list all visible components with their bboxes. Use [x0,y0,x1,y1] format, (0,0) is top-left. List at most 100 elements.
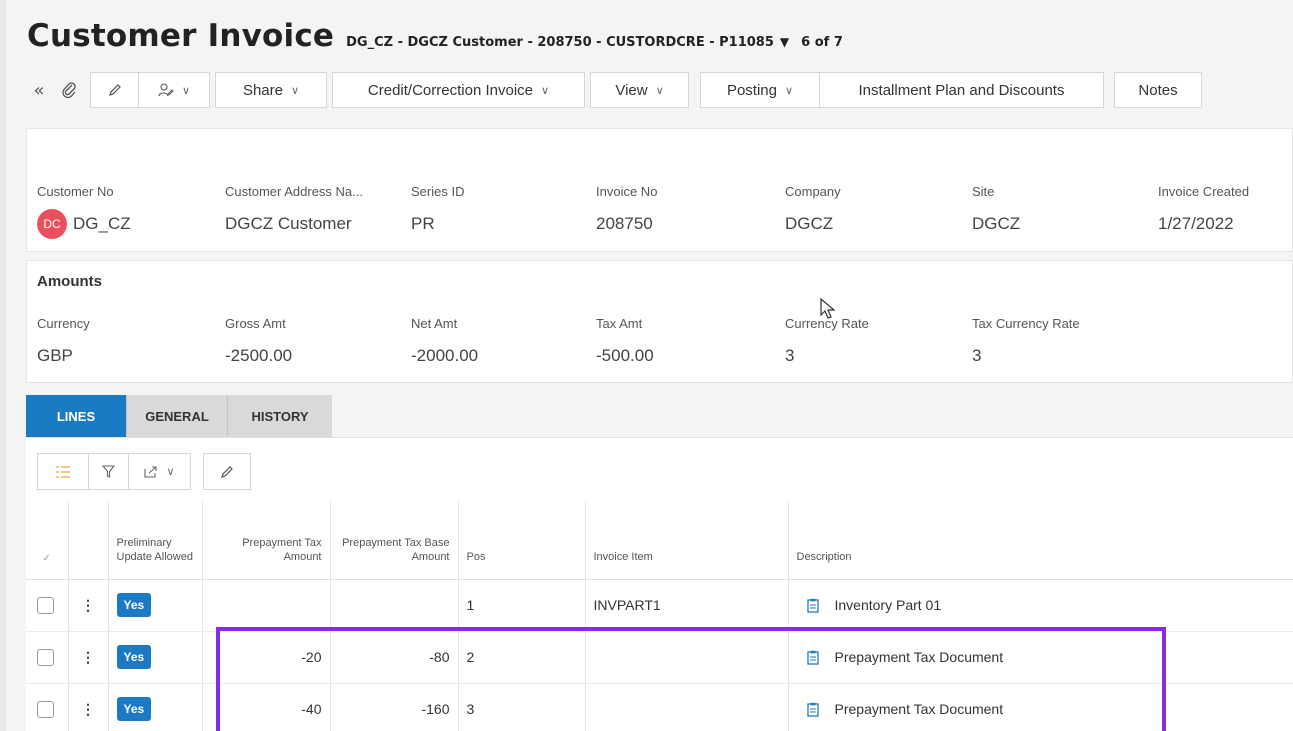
site-label: Site [972,184,995,199]
prepayment-tax-base-amount-header[interactable]: Prepayment Tax Base Amount [329,501,458,580]
lines-panel: ∨ ✓ Preliminary Update Allowed Prepaymen… [26,437,1293,731]
prepayment-tax-amount-cell [201,579,330,632]
invoice-item-cell [584,631,788,684]
currency-rate-value: 3 [785,346,795,365]
document-icon[interactable] [806,598,819,614]
preliminary-update-header[interactable]: Preliminary Update Allowed [107,501,202,580]
row-checkbox[interactable] [37,700,54,718]
gross-amt-label: Gross Amt [225,316,286,331]
net-amt-value: -2000.00 [411,346,479,365]
grid-toolbar: ∨ [37,453,251,490]
description-header[interactable]: Description [787,501,1293,580]
invoice-summary-card: Customer No DC DG_CZ Customer Address Na… [26,128,1293,252]
invoice-lines-table: ✓ Preliminary Update Allowed Prepayment … [26,501,1293,731]
collapse-icon[interactable]: « [24,72,54,108]
chevron-down-icon: ∨ [166,465,175,478]
invoice-item-cell: INVPART1 [584,579,788,632]
view-button[interactable]: View ∨ [590,72,689,108]
row-checkbox[interactable] [37,596,54,614]
tab-history[interactable]: HISTORY [227,395,332,437]
installment-plan-button[interactable]: Installment Plan and Discounts [820,72,1104,108]
tax-amt-value: -500.00 [596,346,654,365]
pos-header[interactable]: Pos [457,501,585,580]
filter-icon [102,465,115,478]
record-label: DG_CZ - DGCZ Customer - 208750 - CUSTORD… [346,35,774,50]
mouse-cursor-icon [820,298,836,319]
row-menu-icon[interactable]: ⋮ [67,631,108,684]
pos-cell: 2 [457,631,585,684]
document-icon[interactable] [806,702,819,718]
prepayment-tax-base-amount-cell [329,579,458,632]
tax-currency-rate-value: 3 [972,346,982,365]
grid-edit-button[interactable] [203,453,251,490]
preliminary-cell: Yes [107,579,202,632]
notes-label: Notes [1138,81,1178,99]
status-badge: Yes [116,645,152,669]
edit-button[interactable] [90,72,138,108]
grid-action-group: ∨ [37,453,191,490]
net-amt-label: Net Amt [411,316,458,331]
user-edit-icon [158,83,174,97]
row-menu-icon[interactable]: ⋮ [67,683,108,731]
avatar: DC [37,209,67,239]
description-cell: Prepayment Tax Document [787,683,1293,731]
description-text: Inventory Part 01 [834,596,942,613]
prepayment-tax-base-amount-cell: -160 [329,683,458,731]
record-position: 6 of 7 [801,35,843,50]
site-value: DGCZ [972,214,1021,233]
credit-correction-label: Credit/Correction Invoice [367,81,533,99]
status-badge: Yes [116,697,152,721]
pencil-icon [108,84,121,96]
notes-button[interactable]: Notes [1114,72,1202,108]
prepayment-tax-base-amount-cell: -80 [329,631,458,684]
tab-lines[interactable]: LINES [26,395,126,437]
row-checkbox-cell [26,579,68,632]
tab-general[interactable]: GENERAL [126,395,227,437]
credit-correction-button[interactable]: Credit/Correction Invoice ∨ [332,72,585,108]
invoice-created-label: Invoice Created [1158,184,1250,199]
invoice-no-value: 208750 [596,214,653,233]
description-text: Prepayment Tax Document [834,648,1004,665]
export-button[interactable]: ∨ [128,454,190,489]
customer-address-label: Customer Address Na... [225,184,363,199]
table-row[interactable]: ⋮ Yes 1 INVPART1 Inventory Part 01 [26,579,1293,632]
tax-currency-rate-label: Tax Currency Rate [972,316,1080,331]
list-view-button[interactable] [38,454,88,489]
record-dropdown-icon[interactable]: ▼ [780,35,789,49]
prepayment-tax-amount-cell: -20 [201,631,330,684]
amounts-title: Amounts [37,273,102,290]
record-selector[interactable]: DG_CZ - DGCZ Customer - 208750 - CUSTORD… [346,35,843,50]
preliminary-cell: Yes [107,631,202,684]
row-checkbox[interactable] [37,648,54,666]
row-menu-icon[interactable]: ⋮ [67,579,108,632]
pos-cell: 3 [457,683,585,731]
command-toolbar: « ∨ Share ∨ Credit/Correction Invoice ∨ … [24,72,1202,108]
description-cell: Inventory Part 01 [787,579,1293,632]
user-settings-button[interactable]: ∨ [138,72,210,108]
amounts-card: Amounts Currency GBP Gross Amt -2500.00 … [26,260,1293,383]
table-row[interactable]: ⋮ Yes -40 -160 3 Prepayment Tax Document [26,683,1293,731]
chevron-down-icon: ∨ [541,84,550,97]
prepayment-tax-amount-header[interactable]: Prepayment Tax Amount [201,501,330,580]
posting-label: Posting [726,81,777,99]
description-text: Prepayment Tax Document [834,700,1004,717]
description-cell: Prepayment Tax Document [787,631,1293,684]
share-button[interactable]: Share ∨ [215,72,327,108]
chevron-down-icon: ∨ [181,84,191,97]
paperclip-icon[interactable] [54,72,84,108]
gross-amt-value: -2500.00 [225,346,293,365]
pencil-icon [221,465,233,478]
row-checkbox-cell [26,631,68,684]
document-icon[interactable] [806,650,819,666]
posting-button[interactable]: Posting ∨ [700,72,820,108]
list-icon [56,465,70,478]
table-row[interactable]: ⋮ Yes -20 -80 2 Prepayment Tax Document [26,631,1293,684]
select-all-header[interactable]: ✓ [26,501,68,580]
page-header: Customer Invoice DG_CZ - DGCZ Customer -… [27,18,843,54]
detail-tabs: LINES GENERAL HISTORY [26,395,332,437]
customer-no-value[interactable]: DG_CZ [73,214,131,234]
prepayment-tax-amount-cell: -40 [201,683,330,731]
filter-button[interactable] [88,454,128,489]
invoice-item-header[interactable]: Invoice Item [584,501,788,580]
share-label: Share [242,81,283,99]
